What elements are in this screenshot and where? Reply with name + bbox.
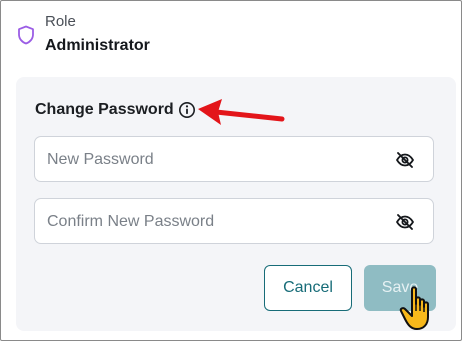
eye-slash-icon[interactable]: [395, 150, 415, 170]
eye-slash-icon[interactable]: [395, 212, 415, 232]
new-password-field[interactable]: [34, 136, 434, 183]
confirm-password-field[interactable]: [34, 198, 434, 245]
change-password-card: Change Password Cancel Save: [16, 77, 456, 331]
role-section: Role Administrator: [1, 1, 461, 71]
confirm-password-input[interactable]: [45, 199, 389, 245]
role-label: Role: [45, 13, 76, 30]
cancel-button[interactable]: Cancel: [264, 265, 352, 311]
shield-icon: [17, 25, 35, 45]
annotation-arrow: [198, 99, 285, 125]
save-button[interactable]: Save: [364, 265, 436, 311]
change-password-title: Change Password: [35, 101, 174, 118]
window-frame: Role Administrator Change Password Cance…: [0, 0, 462, 341]
info-icon[interactable]: [178, 101, 196, 119]
role-value: Administrator: [45, 37, 150, 54]
new-password-input[interactable]: [45, 137, 389, 183]
